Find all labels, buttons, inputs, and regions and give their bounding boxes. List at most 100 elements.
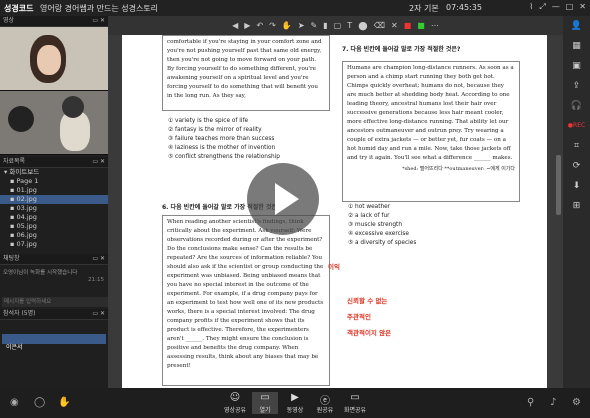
video-tile-1[interactable]	[0, 27, 108, 91]
option: ⑤ conflict strengthens the relationship	[168, 154, 280, 160]
attendees-panel-controls-icon[interactable]: ▭ ✕	[92, 309, 105, 319]
participant-head-2	[62, 96, 84, 118]
annotation-not-objective: 객관적이지 않은	[347, 329, 392, 337]
whiteboard-toolbar: ◀ ▶ ↶ ↷ ✋ ➤ ✎ ▮ ▢ T ● ⌫ ✕ ■ ■ ⋯	[108, 16, 563, 35]
clock: 07:45:35	[446, 3, 482, 12]
share-video-button[interactable]: ☺ 영상공유	[222, 392, 248, 414]
file-label: 07.jpg	[16, 240, 37, 248]
text-icon[interactable]: T	[347, 21, 352, 30]
participant-head	[8, 106, 34, 132]
screen-share-button[interactable]: ▭ 화면공유	[342, 392, 368, 414]
headset-icon[interactable]: 🎧	[563, 96, 590, 116]
shape-icon[interactable]: ▢	[334, 21, 342, 30]
maximize-icon[interactable]: □	[566, 2, 574, 12]
option: ⑤ a diversity of species	[348, 240, 417, 246]
chat-panel-title: 채팅창	[3, 255, 20, 262]
passage-top-left: comfortable if you're staying in your co…	[162, 35, 330, 111]
attendee-name: 이은서	[6, 344, 23, 351]
undo-icon[interactable]: ↶	[256, 21, 263, 30]
highlighter-icon[interactable]: ▮	[323, 21, 327, 30]
chat-time: 21:15	[88, 277, 104, 283]
scrollbar[interactable]	[556, 155, 561, 215]
video-tile-2[interactable]	[0, 91, 108, 155]
minimize-icon[interactable]: —	[552, 2, 560, 12]
redo-icon[interactable]: ↷	[269, 21, 276, 30]
layout-mode[interactable]: 2자 기본	[409, 3, 439, 14]
file-item[interactable]: ▪ 03.jpg	[0, 204, 108, 213]
download-icon[interactable]: ⬇	[563, 176, 590, 196]
panel-controls-icon[interactable]: ▭ ✕	[92, 16, 105, 26]
right-toolbar: 👤 ▦ ▣ ⇪ 🎧 ●REC ⌗ ⟳ ⬇ ⊞	[563, 16, 590, 388]
passage-6-text: When reading another scientist's finding…	[167, 219, 324, 369]
more-icon[interactable]: ⋯	[431, 21, 439, 30]
file-label: 02.jpg	[16, 195, 37, 203]
clear-icon[interactable]: ✕	[391, 21, 398, 30]
refresh-icon[interactable]: ⟳	[563, 156, 590, 176]
mic-icon[interactable]: ◉	[10, 397, 19, 408]
folder-item[interactable]: ▾ 화이트보드	[0, 168, 108, 177]
web-share-label: 원공유	[316, 407, 334, 414]
layout-icon[interactable]: ▦	[563, 36, 590, 56]
monitor-icon: ▭	[350, 392, 360, 403]
attendee-row[interactable]: 이은서	[2, 334, 106, 351]
option: ② fantasy is the mirror of reality	[168, 127, 262, 133]
prev-page-icon[interactable]: ◀	[232, 21, 238, 30]
passage-6: When reading another scientist's finding…	[162, 215, 330, 386]
chat-icon[interactable]: ◯	[34, 397, 45, 408]
next-page-icon[interactable]: ▶	[244, 21, 250, 30]
movie-button[interactable]: ▶ 동영상	[282, 392, 308, 414]
chat-input[interactable]: 메시지를 입력하세요	[2, 297, 108, 307]
annotation-subjective: 주관적인	[347, 313, 371, 321]
grid-icon[interactable]: ▣	[563, 56, 590, 76]
open-button[interactable]: ▭ 열기	[252, 392, 278, 414]
close-icon[interactable]: ✕	[579, 2, 586, 12]
fullscreen-icon[interactable]: ⤢	[539, 2, 545, 12]
color-palette-icon[interactable]: ■	[404, 21, 412, 30]
eraser-icon[interactable]: ⌫	[374, 21, 385, 30]
options-7: ① hot weather ② a lack of fur ③ muscle s…	[348, 203, 498, 248]
passage-7: Humans are champion long-distance runner…	[342, 61, 520, 202]
volume-icon[interactable]: ♪	[550, 397, 556, 408]
passage-7-text: Humans are champion long-distance runner…	[347, 65, 514, 161]
pointer-icon[interactable]: ➤	[298, 21, 305, 30]
web-share-button[interactable]: ⓔ 원공유	[312, 392, 338, 414]
color-palette-icon-2[interactable]: ■	[417, 21, 425, 30]
screen-share-label: 화면공유	[343, 407, 367, 414]
video-play-overlay[interactable]	[247, 163, 319, 235]
file-item[interactable]: ▪ Page 1	[0, 177, 108, 186]
file-item[interactable]: ▪ 04.jpg	[0, 213, 108, 222]
crop-icon[interactable]: ⌗	[563, 136, 590, 156]
app-logo: 성경코드	[4, 4, 34, 13]
pin-icon[interactable]: ⚲	[527, 397, 534, 408]
split-icon[interactable]: ⊞	[563, 196, 590, 216]
bottom-bar: ◉ ◯ ✋ ☺ 영상공유 ▭ 열기 ▶ 동영상 ⓔ 원공유 ▭ 화면공유 ⚲ ♪ ⚙	[0, 388, 590, 418]
record-icon[interactable]: ●REC	[563, 116, 590, 136]
option: ③ failure teaches more than success	[168, 136, 275, 142]
document-area[interactable]: comfortable if you're staying in your co…	[108, 35, 563, 388]
settings-icon[interactable]: ⚙	[572, 397, 581, 408]
files-panel-header: 자료목록 ▭ ✕	[0, 157, 108, 168]
hand-raise-icon[interactable]: ✋	[58, 397, 70, 408]
footnote: *shed: 떨어뜨리다 **outmaneuver: ~에게 이기다	[402, 166, 515, 172]
e-icon: ⓔ	[320, 396, 330, 407]
attendees-panel-header: 참석자 (5명) ▭ ✕	[0, 309, 108, 320]
question-7-header: 7. 다음 빈칸에 들어갈 말로 가장 적절한 것은?	[342, 46, 461, 53]
passage-top-left-text: comfortable if you're staying in your co…	[167, 39, 322, 99]
file-label: 01.jpg	[16, 186, 37, 194]
person-icon[interactable]: 👤	[563, 16, 590, 36]
share-icon[interactable]: ⇪	[563, 76, 590, 96]
files-panel-controls-icon[interactable]: ▭ ✕	[92, 157, 105, 167]
chat-panel-controls-icon[interactable]: ▭ ✕	[92, 254, 105, 264]
file-item[interactable]: ▪ 01.jpg	[0, 186, 108, 195]
share-video-label: 영상공유	[223, 407, 247, 414]
attendees-panel-title: 참석자 (5명)	[3, 310, 36, 317]
file-item[interactable]: ▪ 05.jpg	[0, 222, 108, 231]
pen-icon[interactable]: ✎	[311, 21, 318, 30]
file-item[interactable]: ▪ 06.jpg	[0, 231, 108, 240]
file-item[interactable]: ▪ 02.jpg	[0, 195, 108, 204]
hand-icon[interactable]: ✋	[282, 21, 292, 30]
file-label: Page 1	[16, 177, 39, 185]
circle-tool-icon[interactable]: ●	[358, 19, 368, 32]
play-icon	[275, 183, 299, 215]
file-item[interactable]: ▪ 07.jpg	[0, 240, 108, 249]
